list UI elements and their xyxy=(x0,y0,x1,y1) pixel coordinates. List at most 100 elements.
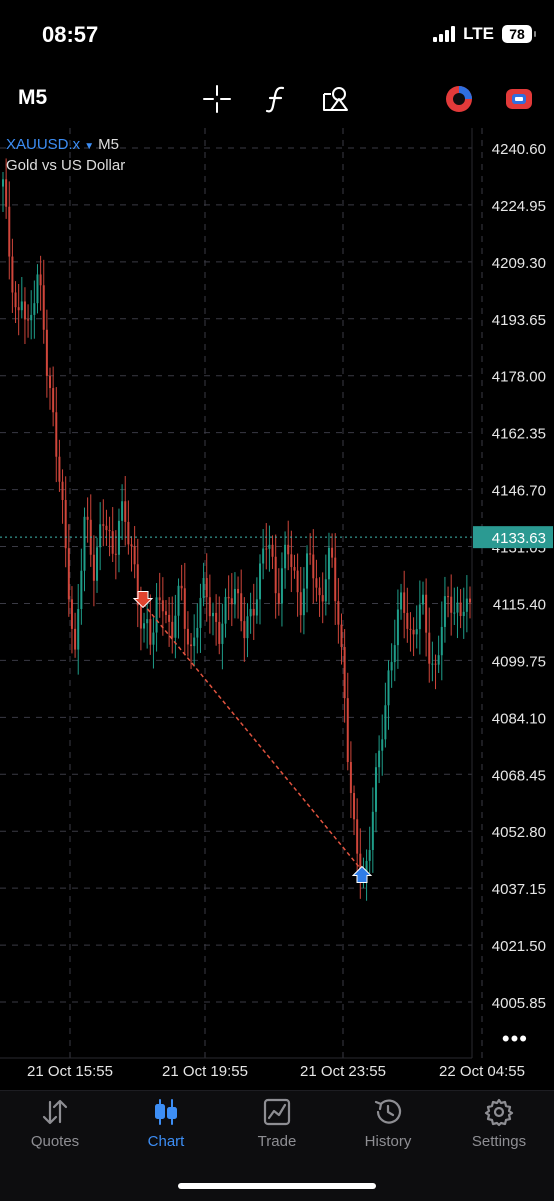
candle-body xyxy=(180,585,183,589)
candle-body xyxy=(36,274,39,304)
candle-body xyxy=(309,553,312,555)
symbol-header[interactable]: XAUUSD.x ▼ M5 xyxy=(6,136,119,153)
candle-body xyxy=(33,303,36,315)
candle-body xyxy=(453,612,456,614)
price-tick-label: 4146.70 xyxy=(492,483,546,500)
candle-body xyxy=(437,655,440,665)
candle-body xyxy=(324,579,327,602)
chart-canvas[interactable]: 4240.60 4224.95 4209.30 4193.65 4178.00 4162.… xyxy=(0,128,554,1090)
candle-body xyxy=(45,329,48,376)
candle-body xyxy=(293,567,296,571)
candle-body xyxy=(202,578,205,598)
candle-body xyxy=(374,767,377,812)
candle-body xyxy=(27,319,30,321)
candle-body xyxy=(271,544,274,557)
candle-body xyxy=(393,645,396,663)
candle-body xyxy=(368,849,371,861)
candle-body xyxy=(224,596,227,624)
candle-body xyxy=(334,557,337,602)
chart-toolbar: M5 xyxy=(0,74,554,122)
time-tick-label: 21 Oct 23:55 xyxy=(300,1063,386,1080)
tab-settings[interactable]: Settings xyxy=(444,1091,554,1161)
candle-body xyxy=(105,525,108,531)
chevron-down-icon[interactable]: ▼ xyxy=(84,141,94,152)
candle-body xyxy=(133,546,136,565)
app-logo-icon[interactable] xyxy=(442,82,476,116)
candle-body xyxy=(249,608,252,617)
price-chart[interactable]: 4240.60 4224.95 4209.30 4193.65 4178.00 4162.… xyxy=(0,128,554,1090)
candle-body xyxy=(356,819,359,854)
price-tick-label: 4162.35 xyxy=(492,426,546,443)
tab-quotes[interactable]: Quotes xyxy=(0,1091,110,1161)
status-indicators: LTE 78 xyxy=(433,24,536,44)
tab-history[interactable]: History xyxy=(333,1091,443,1161)
candle-body xyxy=(421,594,424,605)
candle-body xyxy=(284,544,287,569)
candle-body xyxy=(52,388,55,413)
price-tick-label: 4224.95 xyxy=(492,198,546,215)
candle-body xyxy=(274,556,277,594)
tab-label: Chart xyxy=(147,1133,185,1150)
trade-connector-line xyxy=(142,602,363,871)
chart-icon xyxy=(155,1099,177,1125)
candle-body xyxy=(80,570,83,610)
indicators-icon[interactable] xyxy=(260,82,294,116)
candle-body xyxy=(406,612,409,629)
candle-body xyxy=(321,595,324,602)
candle-body xyxy=(428,632,431,664)
candle-body xyxy=(20,301,23,311)
candle-body xyxy=(221,623,224,644)
candle-body xyxy=(74,628,77,650)
candle-body xyxy=(190,644,193,647)
account-toggle-icon[interactable] xyxy=(502,82,536,116)
candle-body xyxy=(306,553,309,589)
candle-body xyxy=(155,597,158,633)
candle-body xyxy=(443,596,446,627)
candle-body xyxy=(199,597,202,628)
candle-body xyxy=(117,520,120,555)
candle-body xyxy=(403,592,406,613)
candle-body xyxy=(208,597,211,617)
price-tick-label: 4209.30 xyxy=(492,255,546,272)
candle-body xyxy=(262,548,265,564)
price-tick-label: 4052.80 xyxy=(492,824,546,841)
candle-body xyxy=(246,616,249,639)
candle-body xyxy=(469,598,471,603)
timeframe-selector[interactable]: M5 xyxy=(18,86,47,110)
time-tick-label: 21 Oct 19:55 xyxy=(162,1063,248,1080)
signal-icon xyxy=(433,26,456,42)
candle-body xyxy=(215,612,218,622)
crosshair-icon[interactable] xyxy=(200,82,234,116)
candle-body xyxy=(346,698,349,763)
candle-body xyxy=(193,637,196,647)
candle-body xyxy=(240,593,243,622)
candle-body xyxy=(233,588,236,605)
candle-body xyxy=(83,516,86,571)
candle-body xyxy=(108,530,111,532)
candle-body xyxy=(102,524,105,526)
battery-icon: 78 xyxy=(502,25,536,43)
time-tick-label: 21 Oct 15:55 xyxy=(27,1063,113,1080)
candle-body xyxy=(280,568,283,604)
price-tick-label: 4005.85 xyxy=(492,995,546,1012)
candle-body xyxy=(277,593,280,604)
candle-body xyxy=(8,206,11,257)
candle-body xyxy=(312,554,315,579)
candle-body xyxy=(127,521,130,545)
candle-body xyxy=(96,547,99,581)
tab-label: Quotes xyxy=(30,1133,80,1150)
candle-body xyxy=(211,612,214,617)
objects-icon[interactable] xyxy=(318,82,352,116)
candle-body xyxy=(349,762,352,794)
more-icon[interactable]: ••• xyxy=(502,1026,528,1052)
candle-body xyxy=(378,750,381,768)
tab-chart[interactable]: Chart xyxy=(111,1091,221,1161)
candle-body xyxy=(353,793,356,820)
candle-body xyxy=(183,588,186,629)
candle-body xyxy=(67,548,70,600)
candle-body xyxy=(5,179,8,207)
symbol-name[interactable]: XAUUSD.x xyxy=(6,136,80,153)
tab-trade[interactable]: Trade xyxy=(222,1091,332,1161)
candle-body xyxy=(130,544,133,547)
candle-body xyxy=(164,611,167,615)
